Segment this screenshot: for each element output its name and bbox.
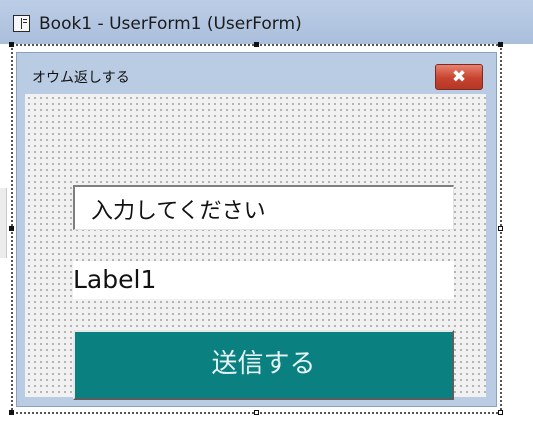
userform-designer-icon (13, 15, 30, 32)
resize-handle-top-right (498, 42, 503, 47)
close-button[interactable]: ✖ (435, 64, 483, 90)
close-icon: ✖ (451, 67, 467, 87)
designer-window-title: Book1 - UserForm1 (UserForm) (39, 14, 302, 34)
resize-handle-bottom-left (9, 410, 14, 415)
echo-label[interactable]: Label1 (73, 261, 454, 299)
resize-handle-bottom-right[interactable] (498, 410, 503, 415)
send-button[interactable]: 送信する (73, 330, 454, 400)
resize-handle-left (9, 226, 14, 231)
input-textbox[interactable]: 入力してください (73, 185, 454, 230)
resize-handle-right[interactable] (498, 226, 503, 231)
userform-window[interactable]: オウム返しする ✖ 入力してください Label1 送信する (16, 52, 497, 407)
userform-caption: オウム返しする (32, 70, 130, 86)
resize-handle-bottom[interactable] (254, 410, 259, 415)
resize-handle-top (254, 42, 259, 47)
resize-handle-top-left (9, 42, 14, 47)
designer-window-titlebar: Book1 - UserForm1 (UserForm) (0, 0, 533, 44)
left-pane-edge (0, 188, 7, 258)
userform-client-area[interactable]: 入力してください Label1 送信する (25, 94, 486, 400)
